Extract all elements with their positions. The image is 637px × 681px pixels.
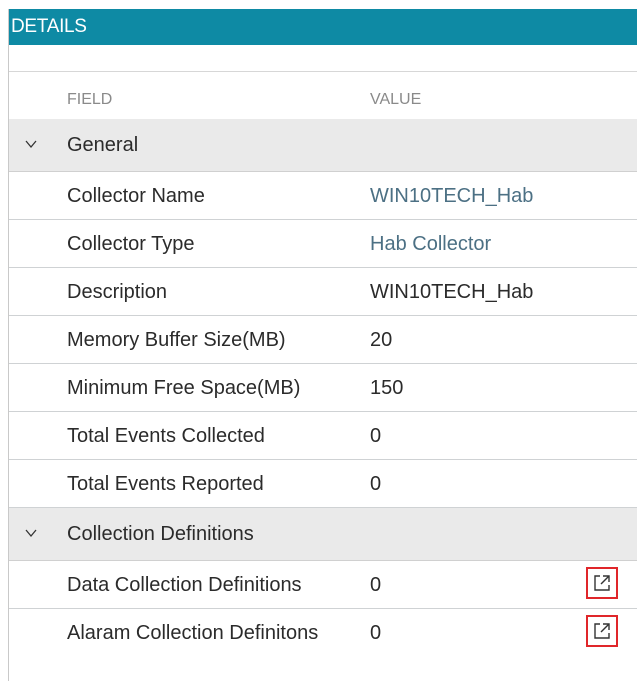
field-name: Memory Buffer Size(MB) bbox=[67, 329, 286, 351]
field-value: 20 bbox=[370, 329, 393, 351]
group-header-collection-definitions[interactable]: Collection Definitions bbox=[9, 508, 637, 561]
field-name: Description bbox=[67, 281, 168, 303]
field-name: Collector Name bbox=[67, 185, 205, 207]
open-alarm-collection-definitions-button[interactable] bbox=[586, 615, 618, 647]
table-row: Collector Name WIN10TECH_Hab bbox=[9, 172, 637, 220]
table-row: Description WIN10TECH_Hab bbox=[9, 268, 637, 316]
table-row: Total Events Reported 0 bbox=[9, 460, 637, 508]
field-value-link[interactable]: Hab Collector bbox=[370, 220, 491, 268]
field-value: 150 bbox=[370, 377, 404, 399]
open-data-collection-definitions-button[interactable] bbox=[586, 567, 618, 599]
table-row: Collector Type Hab Collector bbox=[9, 220, 637, 268]
toolbar-spacer bbox=[9, 45, 637, 72]
field-name: Collector Type bbox=[67, 233, 195, 255]
group-label: General bbox=[67, 134, 139, 156]
field-value: 0 bbox=[370, 574, 382, 596]
table-row: Data Collection Definitions 0 bbox=[9, 561, 637, 609]
field-name: Data Collection Definitions bbox=[67, 574, 302, 596]
table-row: Total Events Collected 0 bbox=[9, 412, 637, 460]
table-row: Memory Buffer Size(MB) 20 bbox=[9, 316, 637, 364]
group-label: Collection Definitions bbox=[67, 523, 254, 545]
group-header-general[interactable]: General bbox=[9, 119, 637, 172]
field-value: 0 bbox=[370, 473, 382, 495]
field-name: Total Events Reported bbox=[67, 473, 264, 495]
field-name: Alaram Collection Definitons bbox=[67, 622, 319, 644]
field-value: 0 bbox=[370, 425, 382, 447]
details-panel: DETAILS FIELD VALUE General Collector Na… bbox=[8, 9, 637, 681]
external-link-icon bbox=[594, 575, 610, 591]
field-value: WIN10TECH_Hab bbox=[370, 281, 534, 303]
chevron-down-icon[interactable] bbox=[25, 138, 37, 150]
field-name: Total Events Collected bbox=[67, 425, 265, 447]
chevron-down-icon[interactable] bbox=[25, 527, 37, 539]
field-value: 0 bbox=[370, 622, 382, 644]
external-link-icon bbox=[594, 623, 610, 639]
table-row: Minimum Free Space(MB) 150 bbox=[9, 364, 637, 412]
column-header-row: FIELD VALUE bbox=[9, 72, 637, 119]
table-row: Alaram Collection Definitons 0 bbox=[9, 609, 637, 657]
panel-title: DETAILS bbox=[9, 9, 637, 45]
field-value-link[interactable]: WIN10TECH_Hab bbox=[370, 172, 533, 220]
field-name: Minimum Free Space(MB) bbox=[67, 377, 301, 399]
